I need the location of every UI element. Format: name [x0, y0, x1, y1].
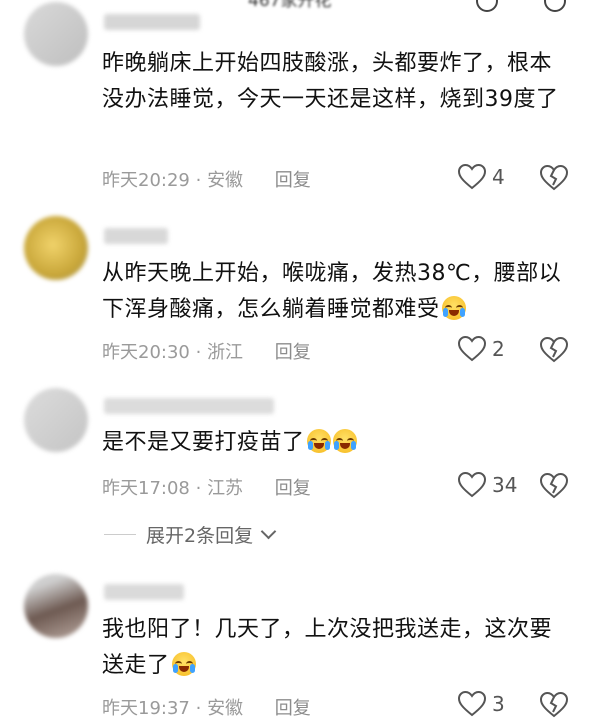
- reply-button[interactable]: 回复: [275, 342, 311, 363]
- crying-laughing-emoji: [306, 429, 331, 453]
- heart-outline-icon: [458, 691, 486, 717]
- like-count: 3: [492, 692, 505, 716]
- like-button[interactable]: 3: [458, 690, 505, 718]
- avatar[interactable]: [24, 574, 88, 638]
- reply-button[interactable]: 回复: [275, 478, 311, 499]
- comment-text: 我也阳了！几天了，上次没把我送走，这次要送走了: [102, 612, 562, 684]
- comment-sep: ·: [195, 170, 208, 191]
- comment-text: 昨晚躺床上开始四肢酸涨，头都要炸了，根本没办法睡觉，今天一天还是这样，烧到39度…: [102, 46, 562, 118]
- comment-text-body: 昨晚躺床上开始四肢酸涨，头都要炸了，根本没办法睡觉，今天一天还是这样，烧到39度…: [102, 51, 559, 112]
- comment-text: 从昨天晚上开始，喉咙痛，发热38℃，腰部以下浑身酸痛，怎么躺着睡觉都难受: [102, 256, 562, 328]
- comment-time: 昨天20:30: [102, 342, 190, 363]
- broken-heart-icon[interactable]: [540, 337, 568, 363]
- username[interactable]: [104, 398, 274, 414]
- comment-text-body: 是不是又要打疫苗了: [102, 430, 305, 455]
- like-count: 2: [492, 337, 505, 361]
- avatar[interactable]: [24, 388, 88, 452]
- avatar[interactable]: [24, 2, 88, 66]
- top-bar: 467家开花: [0, 0, 600, 14]
- like-button[interactable]: 2: [458, 335, 505, 363]
- avatar[interactable]: [24, 216, 88, 280]
- comment-time: 昨天20:29: [102, 170, 190, 191]
- comment-sep: ·: [195, 342, 208, 363]
- reply-button[interactable]: 回复: [275, 170, 311, 191]
- broken-heart-icon[interactable]: [540, 692, 568, 718]
- heart-outline-icon: [458, 472, 486, 498]
- like-count: 4: [492, 165, 505, 189]
- broken-heart-icon[interactable]: [540, 473, 568, 499]
- like-button[interactable]: 34: [458, 471, 517, 499]
- comment-text-body: 从昨天晚上开始，喉咙痛，发热38℃，腰部以下浑身酸痛，怎么躺着睡觉都难受: [102, 261, 562, 322]
- comment-location: 江苏: [207, 478, 244, 499]
- expand-replies-button[interactable]: 展开2条回复: [146, 521, 277, 548]
- comment-meta: 昨天19:37 · 安徽 回复: [102, 694, 311, 720]
- comment-meta: 昨天17:08 · 江苏 回复: [102, 474, 311, 500]
- comment-time: 昨天19:37: [102, 698, 190, 719]
- heart-outline-icon: [458, 336, 486, 362]
- chevron-down-icon: [260, 523, 277, 540]
- comment-meta: 昨天20:30 · 浙江 回复: [102, 338, 311, 364]
- comment-location: 安徽: [207, 170, 244, 191]
- comment-location: 浙江: [207, 342, 244, 363]
- comment-text: 是不是又要打疫苗了: [102, 425, 562, 461]
- crying-laughing-emoji: [332, 429, 357, 453]
- like-count: 34: [492, 473, 518, 497]
- comment-meta: 昨天20:29 · 安徽 回复: [102, 166, 311, 192]
- comment-location: 安徽: [207, 698, 244, 719]
- expand-replies-label: 展开2条回复: [146, 525, 254, 547]
- username[interactable]: [104, 14, 200, 30]
- crying-emoji: [171, 652, 196, 676]
- crying-laughing-emoji: [441, 296, 466, 320]
- like-button[interactable]: 4: [458, 163, 505, 191]
- heart-outline-icon: [458, 164, 486, 190]
- comment-text-body: 我也阳了！几天了，上次没把我送走，这次要送走了: [102, 617, 553, 678]
- reply-button[interactable]: 回复: [275, 698, 311, 719]
- username[interactable]: [104, 228, 168, 244]
- comment-sep: ·: [195, 478, 208, 499]
- page-title: 467家开花: [248, 0, 332, 11]
- more-icon[interactable]: [476, 0, 498, 12]
- share-icon[interactable]: [544, 0, 566, 12]
- divider: [104, 534, 136, 535]
- comment-sep: ·: [195, 698, 208, 719]
- comment-time: 昨天17:08: [102, 478, 190, 499]
- username[interactable]: [104, 584, 184, 600]
- broken-heart-icon[interactable]: [540, 165, 568, 191]
